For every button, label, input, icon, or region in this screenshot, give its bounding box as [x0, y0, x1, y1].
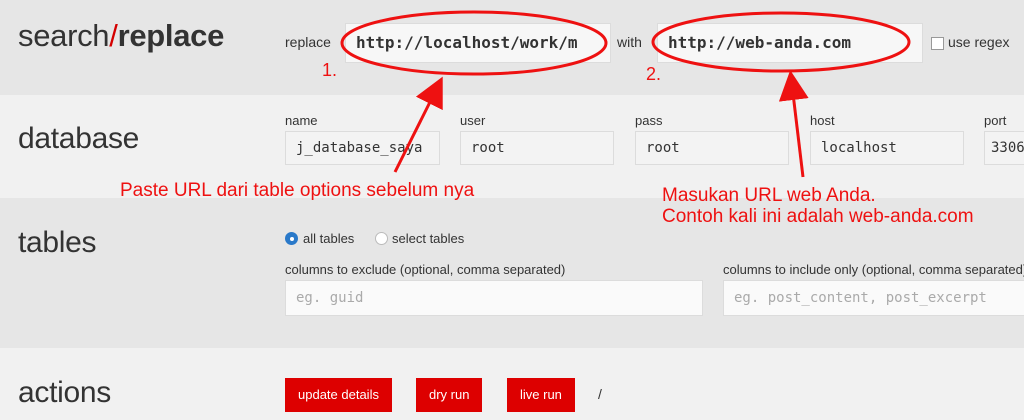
all-tables-label: all tables: [303, 231, 355, 246]
db-user-label: user: [460, 113, 486, 128]
exclude-columns-input[interactable]: eg. guid: [285, 280, 703, 316]
db-name-label: name: [285, 113, 318, 128]
select-tables-radio[interactable]: [375, 232, 388, 245]
include-columns-input[interactable]: eg. post_content, post_excerpt: [723, 280, 1024, 316]
actions-trailing-text: /: [598, 386, 602, 402]
db-user-input[interactable]: root: [460, 131, 614, 165]
select-tables-label: select tables: [392, 231, 465, 246]
replace-label: replace: [285, 34, 331, 50]
database-title: database: [18, 122, 140, 155]
actions-title: actions: [18, 376, 111, 409]
annotation-note-1: Paste URL dari table options sebelum nya: [120, 180, 475, 201]
with-input[interactable]: http://web-anda.com: [657, 23, 923, 63]
db-port-label: port: [984, 113, 1007, 128]
db-pass-input[interactable]: root: [635, 131, 789, 165]
db-host-input[interactable]: localhost: [810, 131, 964, 165]
db-port-input[interactable]: 3306: [984, 131, 1024, 165]
tables-title: tables: [18, 226, 97, 259]
db-name-input[interactable]: j_database_saya: [285, 131, 440, 165]
annotation-marker-2: 2.: [646, 64, 662, 84]
live-run-button[interactable]: live run: [507, 378, 575, 412]
include-columns-label: columns to include only (optional, comma…: [723, 262, 1024, 277]
annotation-marker-1: 1.: [322, 60, 338, 80]
dry-run-button[interactable]: dry run: [416, 378, 483, 412]
annotation-note-2-line2: Contoh kali ini adalah web-anda.com: [662, 206, 974, 227]
replace-input[interactable]: http://localhost/work/m: [345, 23, 611, 63]
with-label: with: [617, 34, 642, 50]
annotation-note-2-line1: Masukan URL web Anda.: [662, 185, 876, 206]
use-regex-label: use regex: [948, 34, 1010, 50]
all-tables-radio[interactable]: [285, 232, 298, 245]
update-details-button[interactable]: update details: [285, 378, 392, 412]
exclude-columns-label: columns to exclude (optional, comma sepa…: [285, 262, 566, 277]
app-logo: search/replace: [18, 18, 224, 54]
db-pass-label: pass: [635, 113, 663, 128]
logo-search: search: [18, 18, 110, 53]
db-host-label: host: [810, 113, 835, 128]
use-regex-checkbox[interactable]: [931, 37, 944, 50]
logo-slash: /: [109, 18, 118, 53]
logo-replace: replace: [117, 18, 225, 53]
